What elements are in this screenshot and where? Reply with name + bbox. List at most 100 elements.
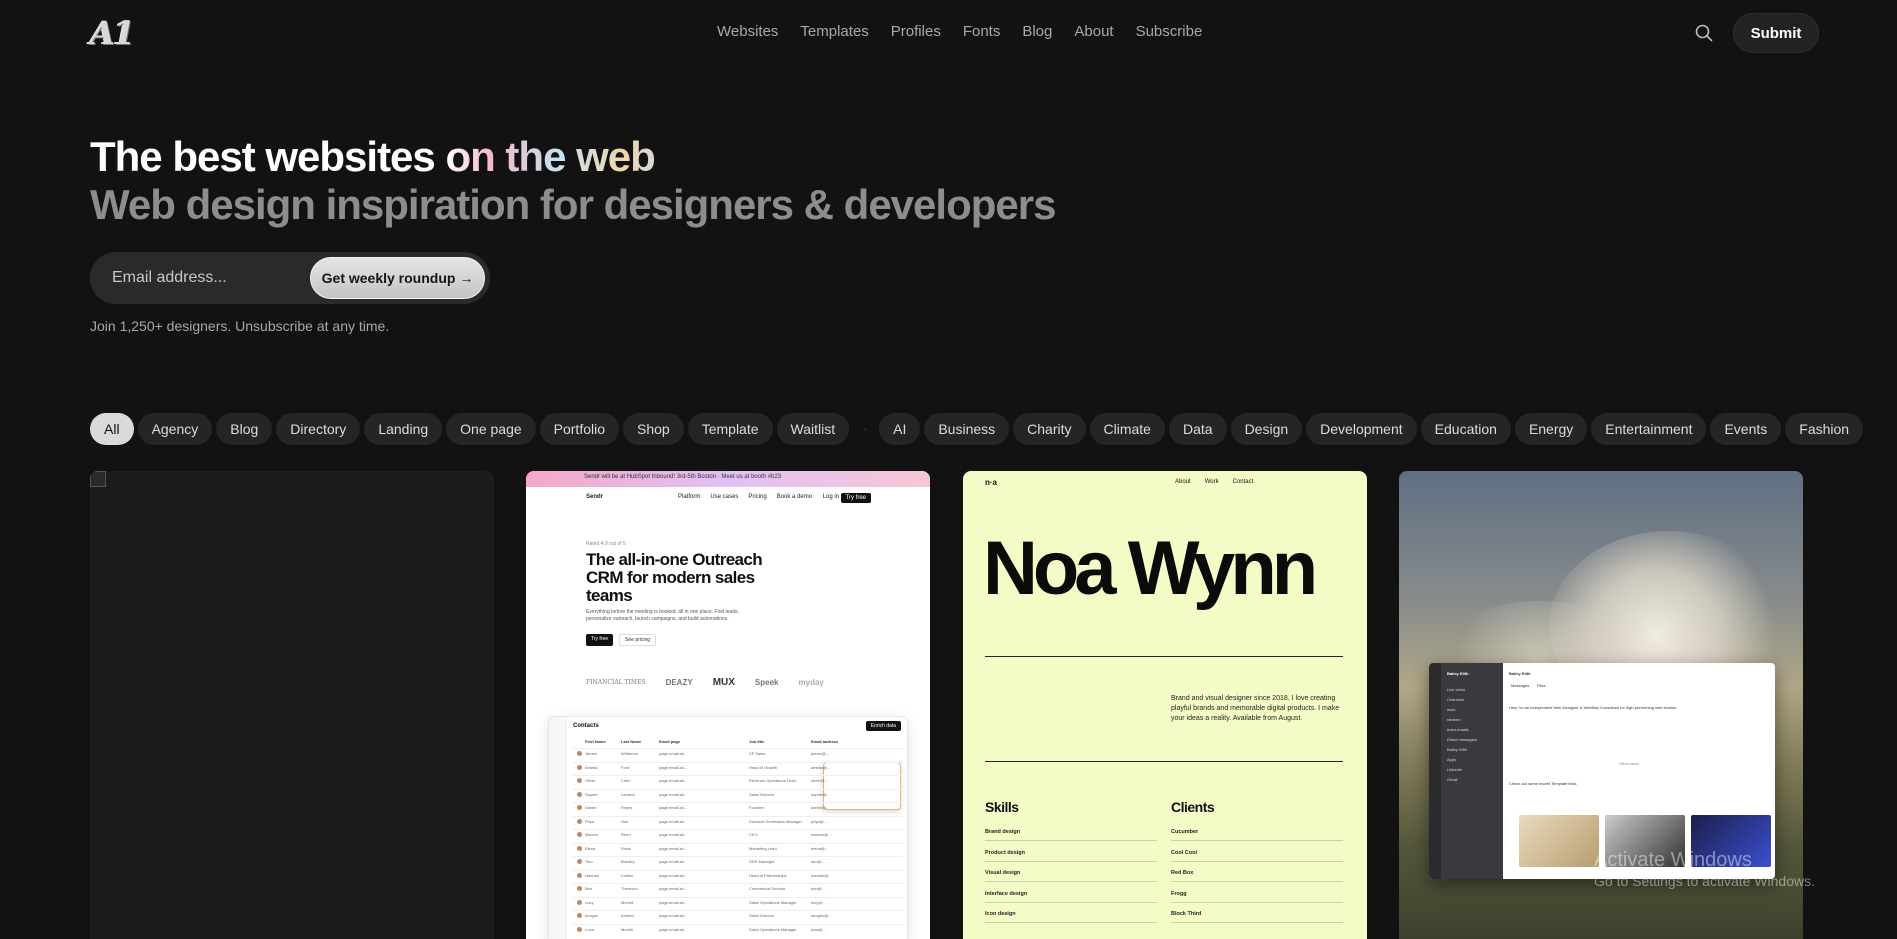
table-cell: page.email.ai/... [659,872,688,878]
site-logo[interactable]: A1 [90,14,135,52]
website-card-1[interactable] [90,471,494,939]
filter-directory[interactable]: Directory [276,413,361,445]
list-divider [1171,901,1343,903]
table-row-divider [573,748,903,749]
filter-business[interactable]: Business [924,413,1010,445]
skill-item: Brand design [985,829,1021,835]
promo-banner: Sendr will be at HubSpot Inbound! 3rd-5t… [526,471,930,487]
website-card-sendr[interactable]: Sendr will be at HubSpot Inbound! 3rd-5t… [526,471,930,939]
nav-profiles[interactable]: Profiles [891,23,941,40]
filter-template[interactable]: Template [687,413,773,445]
table-row-divider [573,910,903,911]
top-bar: A1 Websites Templates Profiles Fonts Blo… [0,0,1897,66]
filter-entertainment[interactable]: Entertainment [1591,413,1707,445]
divider [985,656,1343,657]
table-cell: lucy@... [811,899,826,905]
filter-data[interactable]: Data [1168,413,1227,445]
filter-charity[interactable]: Charity [1013,413,1086,445]
avatar [577,791,582,797]
newsletter-form: Get weekly roundup → [90,252,490,304]
app-sidebar-item: team-emails [1447,727,1469,732]
search-icon[interactable] [1693,22,1715,44]
table-cell: ben@... [811,886,826,891]
table-cell: hannah@... [811,872,832,878]
filter-portfolio[interactable]: Portfolio [539,413,619,445]
table-row-divider [573,788,903,790]
nav-websites[interactable]: Websites [717,23,778,40]
website-card-noa-wynn[interactable]: n·a About Work Contact Noa Wynn Brand an… [963,471,1367,939]
filter-fashion[interactable]: Fashion [1785,413,1864,445]
nav-templates[interactable]: Templates [800,23,868,40]
hero-title-gradient: on the web [445,133,655,180]
table-cell: page.email.ai/... [659,832,688,837]
weekly-roundup-button[interactable]: Get weekly roundup → [310,257,485,299]
table-header-cell: Email page [659,739,681,744]
table-cell: Hannah [585,872,600,878]
nav-fonts[interactable]: Fonts [963,23,1001,40]
table-cell: Marketing Lead [749,845,777,851]
list-divider [985,840,1157,841]
promo-banner-text: Sendr will be at HubSpot Inbound! 3rd-5t… [584,474,782,480]
filter-energy[interactable]: Energy [1514,413,1588,445]
app-sidebar-item: work [1447,707,1456,712]
filter-education[interactable]: Education [1420,413,1511,445]
avatar [577,845,582,851]
filter-ai[interactable]: AI [879,413,921,445]
filter-design[interactable]: Design [1230,413,1303,445]
filter-development[interactable]: Development [1306,413,1417,445]
chat-message: Check out some recent Template links [1509,781,1577,786]
list-divider [1171,881,1343,882]
filter-climate[interactable]: Climate [1089,413,1165,445]
nav-subscribe[interactable]: Subscribe [1136,23,1203,40]
broken-image-icon [90,471,106,487]
app-user-name: Bailey Eilth [1447,671,1469,676]
table-cell: Sales Director [749,791,775,797]
table-cell: sophie@... [811,791,831,797]
nav-blog[interactable]: Blog [1022,23,1052,40]
app-sidebar-item: Gmail [1447,777,1458,782]
app-title: Contacts [573,723,599,729]
filter-waitlist[interactable]: Waitlist [776,413,850,445]
submit-button[interactable]: Submit [1733,13,1819,53]
table-cell: Demand Generation Manager [749,818,802,824]
filter-blog[interactable]: Blog [216,413,273,445]
table-cell: Lucy [585,899,594,905]
table-cell: priya@... [811,818,828,824]
skill-item: Visual design [985,870,1021,876]
app-sidebar-item: random [1447,717,1461,722]
conversation-title: Bailey Eilth [1509,671,1531,676]
table-cell: Tom [585,859,593,864]
table-cell: Thomson [621,886,638,891]
email-input[interactable] [112,266,312,290]
table-cell: page.email.ai/... [659,926,688,932]
list-divider [1171,860,1343,862]
table-cell: Rossi [621,845,632,851]
app-sidebar-item: Channels [1447,697,1464,702]
noa-bio: Brand and visual designer since 2018. I … [1171,695,1340,722]
filter-all[interactable]: All [90,413,134,445]
app-sidebar-item: LinkedIn [1447,767,1463,772]
list-divider [985,860,1157,862]
table-row-divider [573,829,903,830]
activation-watermark-title: Activate Windows [1594,849,1752,871]
table-cell: oliver@... [811,778,828,783]
hero-title: The best websites on the web [90,133,656,181]
table-row-divider [573,802,903,803]
nav-about[interactable]: About [1074,23,1113,40]
filter-landing[interactable]: Landing [364,413,443,445]
filter-shop[interactable]: Shop [623,413,684,445]
attachment-thumbnail [1519,815,1599,867]
table-cell: Bradley [621,859,635,864]
sendr-secondary-button: See pricing [619,634,657,646]
table-cell: elena@... [811,845,829,851]
filter-agency[interactable]: Agency [137,413,213,445]
table-cell: Sales Operations Manager [749,926,797,932]
filter-events[interactable]: Events [1710,413,1782,445]
table-cell: page.email.ai/... [659,805,688,810]
sendr-rating: Rated 4.9 out of 5 [586,541,626,547]
filter-one-page[interactable]: One page [446,413,536,445]
table-cell: tom@... [811,859,826,864]
table-cell: Ahmed [621,913,634,918]
client-item: Red Box [1171,870,1194,876]
client-logo: DEAZY [665,678,693,687]
